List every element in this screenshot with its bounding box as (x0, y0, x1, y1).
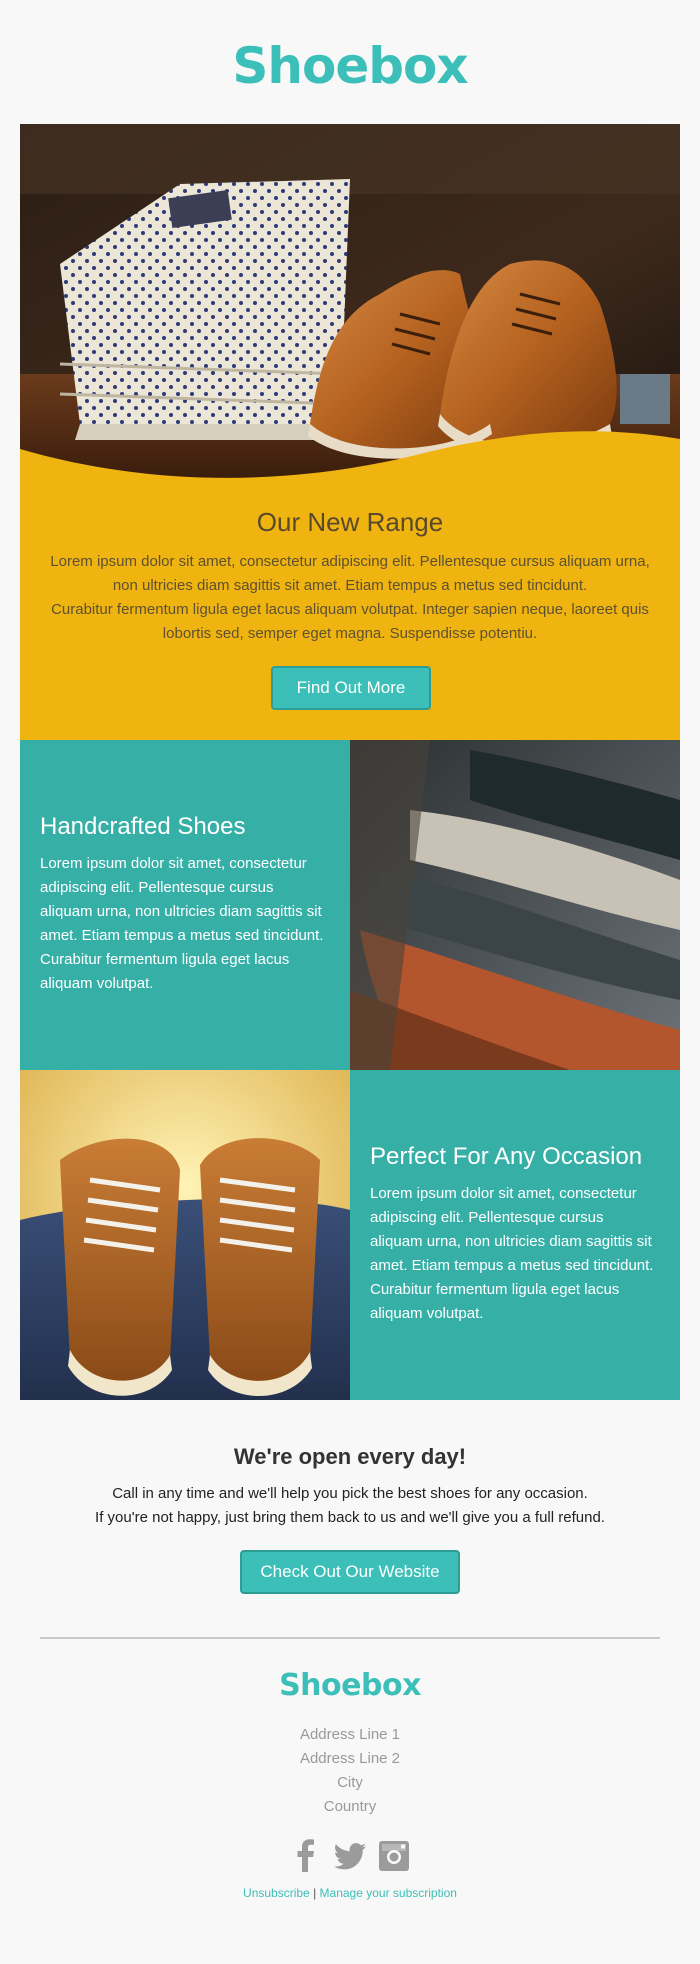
instagram-icon[interactable] (376, 1838, 412, 1874)
sneakers-on-jeans-image (20, 1070, 350, 1400)
social-links (0, 1838, 700, 1874)
footer-links: Unsubscribe | Manage your subscription (0, 1884, 700, 1902)
hero-body-line: Lorem ipsum dolor sit amet, consectetur … (50, 553, 650, 594)
open-body: Call in any time and we'll help you pick… (0, 1482, 700, 1530)
find-out-more-button[interactable]: Find Out More (271, 666, 431, 710)
feature-body: Lorem ipsum dolor sit amet, consectetur … (370, 1185, 654, 1322)
feature-row-handcrafted: Handcrafted Shoes Lorem ipsum dolor sit … (20, 740, 680, 1070)
open-title: We're open every day! (233, 1444, 467, 1469)
shoe-rack-image (350, 740, 680, 1070)
link-separator: | (309, 1886, 320, 1900)
unsubscribe-link[interactable]: Unsubscribe (243, 1886, 310, 1900)
feature-text: Handcrafted Shoes Lorem ipsum dolor sit … (20, 740, 350, 1070)
feature-row-occasion: Perfect For Any Occasion Lorem ipsum dol… (20, 1070, 680, 1400)
address-country: Country (323, 1798, 377, 1815)
open-body-line: If you're not happy, just bring them bac… (95, 1509, 605, 1526)
hero-section: Our New Range Lorem ipsum dolor sit amet… (20, 124, 680, 740)
feature-title: Perfect For Any Occasion (370, 1143, 643, 1170)
hero-shirts-and-shoes-image (20, 124, 680, 479)
address-line: Address Line 2 (299, 1750, 401, 1767)
header-logo[interactable]: Shoebox (0, 36, 700, 96)
open-body-line: Call in any time and we'll help you pick… (112, 1485, 588, 1502)
hero-body-line: Curabitur fermentum ligula eget lacus al… (51, 601, 649, 642)
feature-text: Perfect For Any Occasion Lorem ipsum dol… (350, 1070, 680, 1400)
twitter-icon[interactable] (332, 1838, 368, 1874)
feature-body: Lorem ipsum dolor sit amet, consectetur … (40, 855, 324, 992)
facebook-icon[interactable] (288, 1838, 324, 1874)
footer-divider (40, 1637, 660, 1639)
footer-logo[interactable]: Shoebox (0, 1668, 700, 1704)
email-page: Shoebox Our New Range Lorem ipsum dolor … (0, 0, 700, 1964)
address-line: Address Line 1 (299, 1726, 401, 1743)
footer-address: Address Line 1 Address Line 2 City Count… (0, 1723, 700, 1819)
check-out-website-button[interactable]: Check Out Our Website (240, 1550, 460, 1594)
manage-subscription-link[interactable]: Manage your subscription (320, 1886, 457, 1900)
hero-title: Our New Range (256, 507, 444, 537)
address-city: City (337, 1774, 363, 1791)
feature-title: Handcrafted Shoes (40, 813, 246, 840)
hero-body: Lorem ipsum dolor sit amet, consectetur … (48, 550, 652, 646)
